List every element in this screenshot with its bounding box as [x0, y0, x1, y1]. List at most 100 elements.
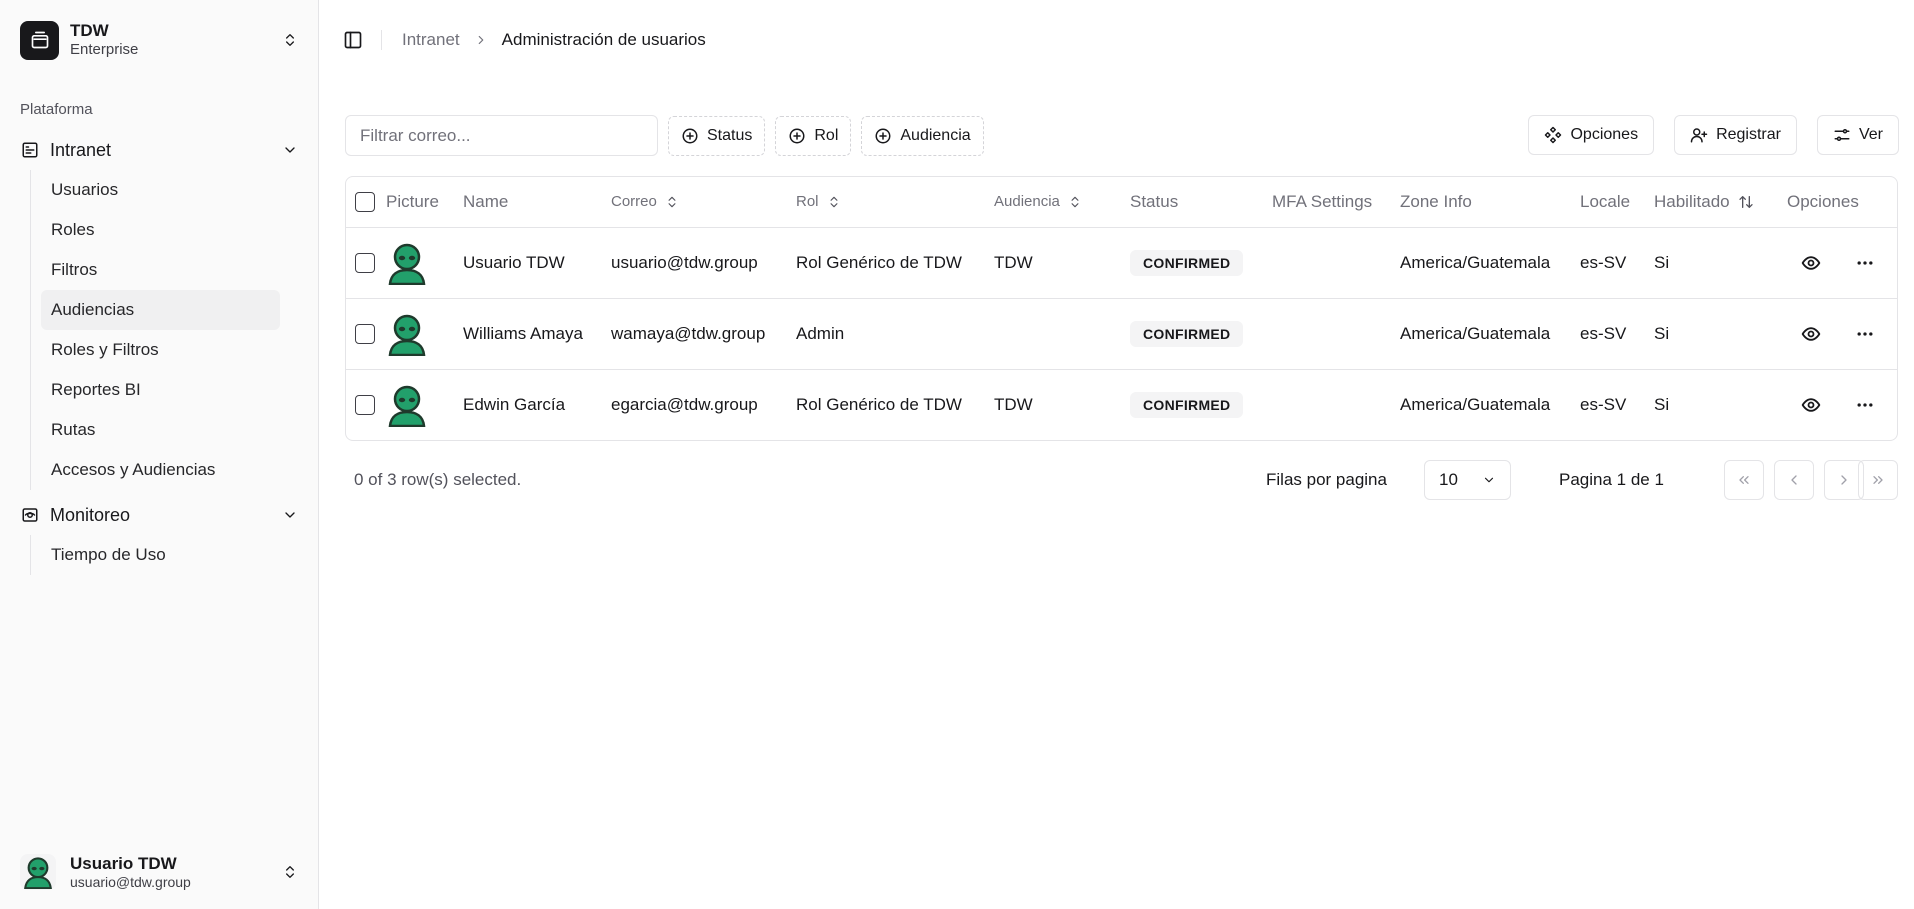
chevron-down-icon	[280, 505, 300, 525]
facet-label: Audiencia	[900, 126, 971, 144]
options-button[interactable]: Opciones	[1528, 115, 1655, 155]
toolbar-actions: Opciones Registrar Ver	[1508, 115, 1899, 155]
sidebar-item-reportes-bi[interactable]: Reportes BI	[41, 370, 280, 410]
cell-name: Edwin García	[463, 394, 566, 414]
cell-audience	[994, 298, 1130, 370]
header-zone: Zone Info	[1400, 177, 1580, 228]
sidebar-item-tiempo-de-uso[interactable]: Tiempo de Uso	[41, 535, 280, 575]
main-content: Intranet Administración de usuarios Stat…	[319, 0, 1914, 909]
header-role-label: Rol	[796, 193, 819, 211]
avatar	[20, 854, 56, 890]
header-email[interactable]: Correo	[611, 177, 796, 228]
avatar	[386, 313, 428, 356]
last-page-button[interactable]	[1858, 460, 1898, 500]
app-window-icon	[20, 140, 40, 160]
register-button[interactable]: Registrar	[1674, 115, 1797, 155]
cell-zone: America/Guatemala	[1400, 394, 1551, 414]
cell-locale: es-SV	[1580, 394, 1627, 414]
breadcrumb-parent[interactable]: Intranet	[402, 30, 460, 50]
header-enabled[interactable]: Habilitado	[1654, 177, 1787, 228]
org-plan: Enterprise	[70, 41, 139, 59]
alien-avatar-icon	[388, 385, 426, 427]
eye-icon[interactable]	[1799, 251, 1823, 275]
eye-icon[interactable]	[1799, 393, 1823, 417]
sidebar-item-filtros[interactable]: Filtros	[41, 250, 280, 290]
audiencia-filter-button[interactable]: Audiencia	[861, 115, 984, 156]
chevron-down-icon	[280, 140, 300, 160]
view-label: Ver	[1858, 126, 1883, 143]
org-switcher[interactable]: TDW Enterprise	[20, 20, 300, 60]
chevrons-up-down-icon	[280, 862, 300, 882]
cell-mfa	[1272, 298, 1400, 370]
select-all-checkbox[interactable]	[355, 191, 375, 212]
user-plus-icon	[1690, 128, 1708, 143]
more-horizontal-icon[interactable]	[1853, 393, 1877, 417]
cell-zone: America/Guatemala	[1400, 227, 1580, 299]
cell-role: Rol Genérico de TDW	[796, 227, 994, 299]
row-checkbox[interactable]	[355, 394, 375, 415]
row-checkbox[interactable]	[355, 252, 375, 273]
sidebar-toggle-icon[interactable]	[341, 28, 365, 52]
sidebar-item-roles[interactable]: Roles	[41, 210, 280, 250]
facet-label: Rol	[814, 126, 839, 144]
chevron-right-icon	[1841, 475, 1847, 485]
breadcrumb: Intranet Administración de usuarios	[402, 30, 706, 50]
sidebar-item-accesos-y-audiencias[interactable]: Accesos y Audiencias	[41, 450, 280, 490]
rows-per-page-select[interactable]: 10	[1424, 460, 1511, 500]
header-role[interactable]: Rol	[796, 177, 994, 228]
cell-email: usuario@tdw.group	[611, 227, 796, 299]
sidebar-group-intranet[interactable]: Intranet	[20, 134, 300, 166]
cell-email: wamaya@tdw.group	[611, 298, 796, 370]
cell-audience: TDW	[994, 227, 1130, 299]
org-name: TDW	[70, 20, 109, 40]
user-menu[interactable]: Usuario TDW usuario@tdw.group	[20, 850, 300, 894]
header-audience-label: Audiencia	[994, 193, 1060, 211]
row-checkbox[interactable]	[355, 323, 375, 344]
email-filter-input[interactable]	[345, 115, 658, 156]
more-horizontal-icon[interactable]	[1853, 322, 1877, 346]
cell-locale: es-SV	[1580, 227, 1654, 299]
alien-avatar-icon	[388, 314, 426, 356]
table-header-row: Picture Name Correo Rol Audiencia Status…	[346, 177, 1897, 228]
org-logo-icon	[20, 20, 59, 60]
header-options: Opciones	[1787, 177, 1897, 228]
status-badge: CONFIRMED	[1130, 391, 1244, 418]
table-row: Edwin García egarcia@tdw.group Rol Genér…	[346, 369, 1897, 440]
rows-per-page-label: Filas por pagina	[1266, 470, 1387, 489]
first-page-button[interactable]	[1724, 460, 1764, 500]
user-name: Usuario TDW	[70, 853, 177, 873]
sidebar-item-audiencias[interactable]: Audiencias	[41, 290, 280, 330]
sidebar-item-roles-y-filtros[interactable]: Roles y Filtros	[41, 330, 280, 370]
status-badge: CONFIRMED	[1130, 249, 1244, 276]
header-name: Name	[463, 177, 611, 228]
chevrons-right-icon	[1873, 476, 1883, 484]
view-button[interactable]: Ver	[1816, 115, 1899, 155]
eye-icon[interactable]	[1799, 322, 1823, 346]
cell-name: Usuario TDW	[463, 227, 611, 299]
chevrons-left-icon	[1739, 476, 1749, 484]
sidebar-item-rutas[interactable]: Rutas	[41, 410, 280, 450]
sort-arrows-icon	[1738, 195, 1753, 208]
sidebar: TDW Enterprise Plataforma Intranet Usuar…	[0, 0, 319, 909]
header-picture: Picture	[386, 177, 463, 228]
sliders-icon	[1834, 129, 1850, 141]
sidebar-group-monitoreo[interactable]: Monitoreo	[20, 499, 300, 531]
facet-label: Status	[707, 126, 753, 144]
options-label: Opciones	[1570, 126, 1639, 143]
header-audience[interactable]: Audiencia	[994, 177, 1130, 228]
cell-mfa	[1272, 369, 1400, 440]
plus-circle-icon	[789, 128, 805, 143]
cell-email: egarcia@tdw.group	[611, 394, 758, 414]
table-row: Williams Amaya wamaya@tdw.group Admin CO…	[346, 298, 1897, 370]
cell-enabled: Si	[1654, 227, 1787, 299]
header-locale: Locale	[1580, 177, 1654, 228]
status-filter-button[interactable]: Status	[668, 115, 766, 156]
sidebar-group-label: Intranet	[50, 139, 112, 160]
more-horizontal-icon[interactable]	[1853, 251, 1877, 275]
cell-enabled: Si	[1654, 298, 1787, 370]
rol-filter-button[interactable]: Rol	[775, 115, 852, 156]
previous-page-button[interactable]	[1774, 460, 1814, 500]
avatar	[386, 384, 428, 427]
sidebar-item-usuarios[interactable]: Usuarios	[41, 170, 280, 210]
sort-icon	[668, 196, 676, 207]
